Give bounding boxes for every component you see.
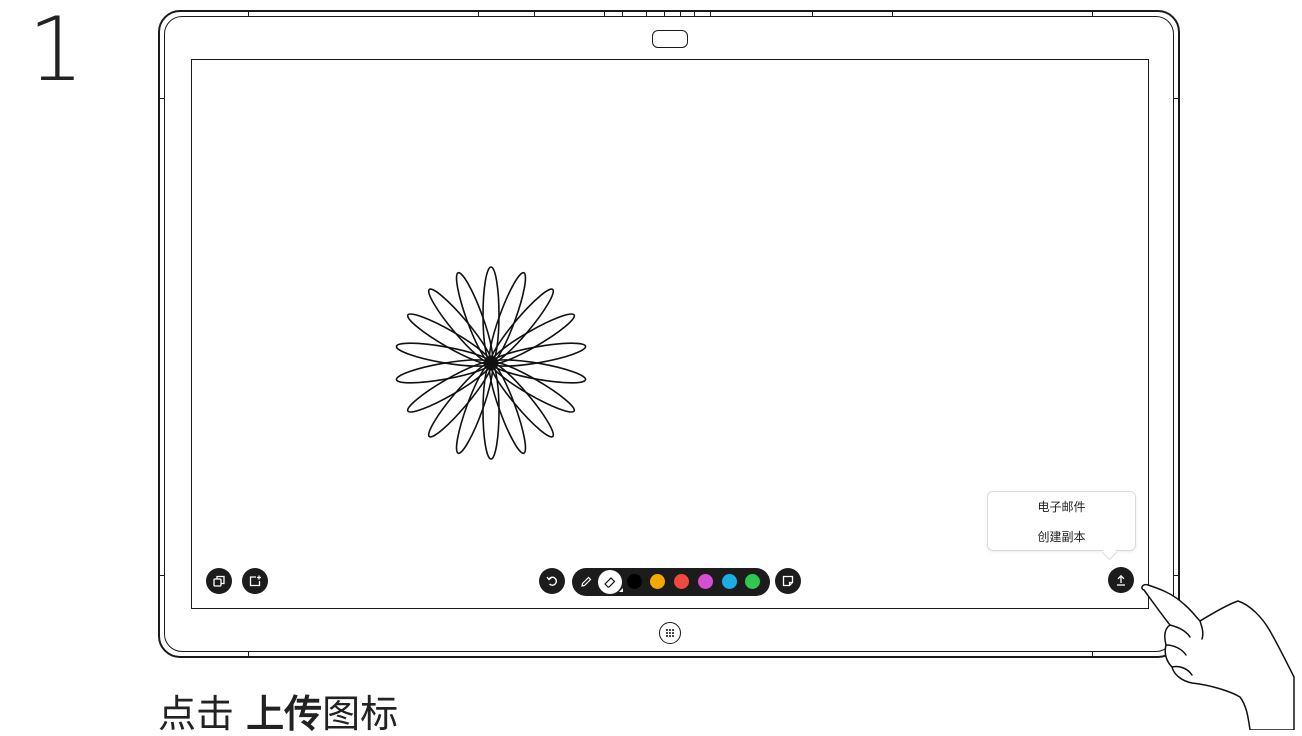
bezel-tick xyxy=(1174,98,1180,99)
color-swatch-magenta[interactable] xyxy=(698,574,713,589)
bezel-tick xyxy=(646,10,647,16)
bezel-tick xyxy=(604,10,605,16)
hand-pointer-illustration xyxy=(1141,583,1295,730)
menu-item-email[interactable]: 电子邮件 xyxy=(988,498,1135,515)
caption-suffix: 图标 xyxy=(322,692,399,736)
camera-icon xyxy=(652,30,688,48)
upload-menu: 电子邮件 创建副本 xyxy=(987,491,1136,561)
menu-item-copy[interactable]: 创建副本 xyxy=(988,528,1135,545)
flower-petal xyxy=(395,359,492,384)
pen-icon xyxy=(581,576,592,587)
flower-petal xyxy=(488,362,527,455)
caption-emphasis: 上传 xyxy=(246,692,323,736)
bezel-tick xyxy=(158,98,164,99)
color-swatch-orange[interactable] xyxy=(650,574,665,589)
bezel-tick xyxy=(664,10,665,16)
pages-icon xyxy=(213,575,225,587)
flower-petal xyxy=(455,271,494,364)
flower-drawing xyxy=(395,266,587,460)
bezel-tick xyxy=(892,10,893,16)
new-board-button[interactable] xyxy=(242,568,268,594)
color-swatch-blue[interactable] xyxy=(722,574,737,589)
step-number: 1 xyxy=(28,0,84,101)
bezel-tick xyxy=(248,652,249,658)
apps-grid-icon xyxy=(666,629,674,637)
bezel-tick xyxy=(622,10,623,16)
upload-icon xyxy=(1117,574,1125,586)
bezel-tick xyxy=(1092,652,1093,658)
flower-petal xyxy=(455,362,494,455)
caption-prefix: 点击 xyxy=(158,692,247,736)
flower-petal xyxy=(488,271,527,364)
bezel-tick xyxy=(534,10,535,16)
color-swatch-black[interactable] xyxy=(627,574,642,589)
bezel-tick xyxy=(694,10,695,16)
bezel-tick xyxy=(1092,10,1093,16)
undo-button[interactable] xyxy=(539,568,565,594)
home-button[interactable] xyxy=(659,622,681,644)
add-page-icon xyxy=(249,575,261,587)
bezel-tick xyxy=(158,575,164,576)
instruction-caption: 点击 上传图标 xyxy=(158,695,398,733)
bezel-tick xyxy=(812,10,813,16)
color-swatch-red[interactable] xyxy=(674,574,689,589)
eraser-options-indicator xyxy=(619,588,623,592)
switch-board-button[interactable] xyxy=(206,568,232,594)
sticky-note-icon xyxy=(782,575,794,587)
bezel-tick xyxy=(248,10,249,16)
bezel-tick xyxy=(710,10,711,16)
bezel-tick xyxy=(680,10,681,16)
color-swatch-green[interactable] xyxy=(745,574,760,589)
eraser-icon xyxy=(604,577,616,588)
pen-color-toolbar xyxy=(572,568,770,596)
pen-button[interactable] xyxy=(578,574,594,590)
flower-petal xyxy=(490,359,587,384)
undo-icon xyxy=(546,576,558,586)
flower-petal xyxy=(395,342,492,367)
flower-petal xyxy=(490,342,587,367)
sticky-note-button[interactable] xyxy=(775,568,801,594)
bezel-tick xyxy=(478,10,479,16)
